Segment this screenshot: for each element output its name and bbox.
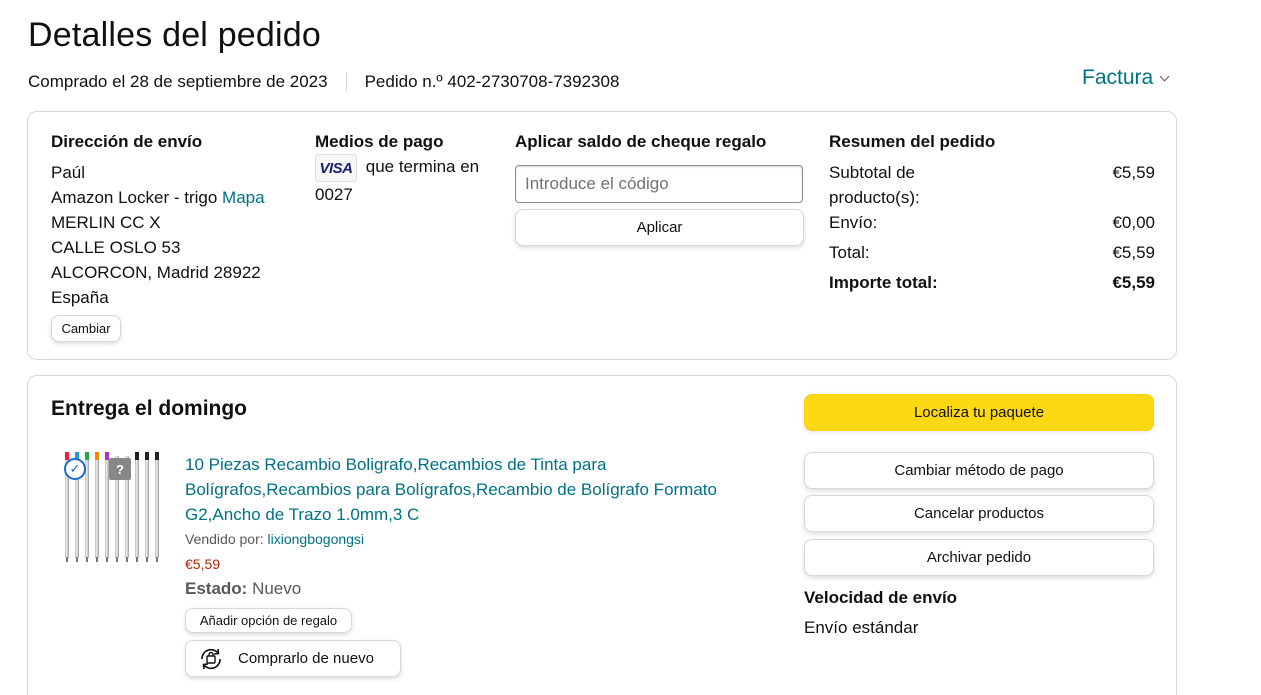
shipping-cost-label: Envío: [829, 213, 878, 232]
shipping-country: España [51, 288, 109, 307]
gift-code-input[interactable] [515, 165, 803, 203]
shipping-line3: CALLE OSLO 53 [51, 238, 181, 257]
sold-by: Vendido por: lixiongbogongsi [185, 531, 364, 547]
seller-link[interactable]: lixiongbogongsi [268, 531, 365, 547]
grand-total-label: Importe total: [829, 273, 938, 292]
order-meta: Comprado el 28 de septiembre de 2023 Ped… [28, 72, 619, 92]
shipping-locker: Amazon Locker - trigo [51, 188, 218, 207]
delivery-heading: Entrega el domingo [51, 397, 248, 420]
product-price: €5,59 [185, 556, 221, 572]
apply-gift-button[interactable]: Aplicar [515, 209, 804, 246]
rebuy-icon [201, 648, 221, 669]
gift-card-heading: Aplicar saldo de cheque regalo [515, 132, 767, 151]
cancel-items-button[interactable]: Cancelar productos [804, 495, 1154, 532]
map-link[interactable]: Mapa [222, 188, 265, 207]
shipping-line2: MERLIN CC X [51, 213, 161, 232]
track-package-button[interactable]: Localiza tu paquete [804, 394, 1154, 431]
order-info-card: Dirección de envío Paúl Amazon Locker - … [27, 111, 1177, 360]
grand-total-value: €5,59 [1112, 273, 1155, 292]
add-gift-option-button[interactable]: Añadir opción de regalo [185, 608, 352, 633]
page-title: Detalles del pedido [28, 16, 321, 54]
question-icon: ? [109, 458, 131, 480]
meta-divider [345, 72, 347, 92]
total-label: Total: [829, 243, 870, 262]
buy-again-label: Comprarlo de nuevo [238, 650, 374, 667]
shipping-cost-value: €0,00 [1112, 213, 1155, 232]
total-value: €5,59 [1112, 243, 1155, 262]
shipping-speed-value: Envío estándar [804, 618, 919, 637]
payment-ends-with: que termina en [365, 157, 480, 177]
state-label: Estado: [185, 579, 248, 598]
summary-heading: Resumen del pedido [829, 132, 996, 151]
product-image[interactable]: ✓ ? [59, 452, 169, 564]
delivery-card: Entrega el domingo ✓ ? 10 Piezas Recambi… [27, 375, 1177, 695]
order-number: Pedido n.º 402-2730708-7392308 [364, 72, 620, 91]
payment-heading: Medios de pago [315, 132, 444, 151]
subtotal-value: €5,59 [1112, 163, 1155, 182]
archive-order-button[interactable]: Archivar pedido [804, 539, 1154, 576]
chevron-down-icon [1159, 71, 1170, 81]
shipping-heading: Dirección de envío [51, 132, 203, 151]
summary-shipping-row: Envío: €0,00 [829, 210, 1155, 235]
summary-subtotal-row: Subtotal de producto(s): €5,59 [829, 160, 1155, 210]
change-payment-button[interactable]: Cambiar método de pago [804, 452, 1154, 489]
check-circle-icon: ✓ [64, 458, 86, 480]
invoice-label: Factura [1082, 66, 1154, 89]
product-title-link[interactable]: 10 Piezas Recambio Boligrafo,Recambios d… [185, 452, 775, 527]
product-state: Estado: Nuevo [185, 579, 301, 599]
subtotal-label: Subtotal de producto(s): [829, 163, 920, 207]
visa-card-icon: VISA [315, 154, 357, 182]
shipping-line4: ALCORCON, Madrid 28922 [51, 263, 261, 282]
summary-total-row: Total: €5,59 [829, 240, 1155, 265]
shipping-name: Paúl [51, 163, 86, 182]
payment-method: VISA que termina en [315, 154, 495, 182]
summary-grand-total-row: Importe total: €5,59 [829, 270, 1155, 295]
shipping-line1: Amazon Locker - trigo Mapa [51, 185, 265, 210]
shipping-speed-heading: Velocidad de envío [804, 588, 958, 607]
state-value: Nuevo [252, 579, 302, 598]
invoice-dropdown[interactable]: Factura [1082, 66, 1170, 90]
payment-last-digits: 0027 [315, 185, 353, 204]
change-address-button[interactable]: Cambiar [51, 315, 121, 342]
purchase-date: Comprado el 28 de septiembre de 2023 [28, 72, 328, 91]
buy-again-button[interactable]: Comprarlo de nuevo [185, 640, 401, 677]
sold-by-label: Vendido por: [185, 531, 264, 547]
